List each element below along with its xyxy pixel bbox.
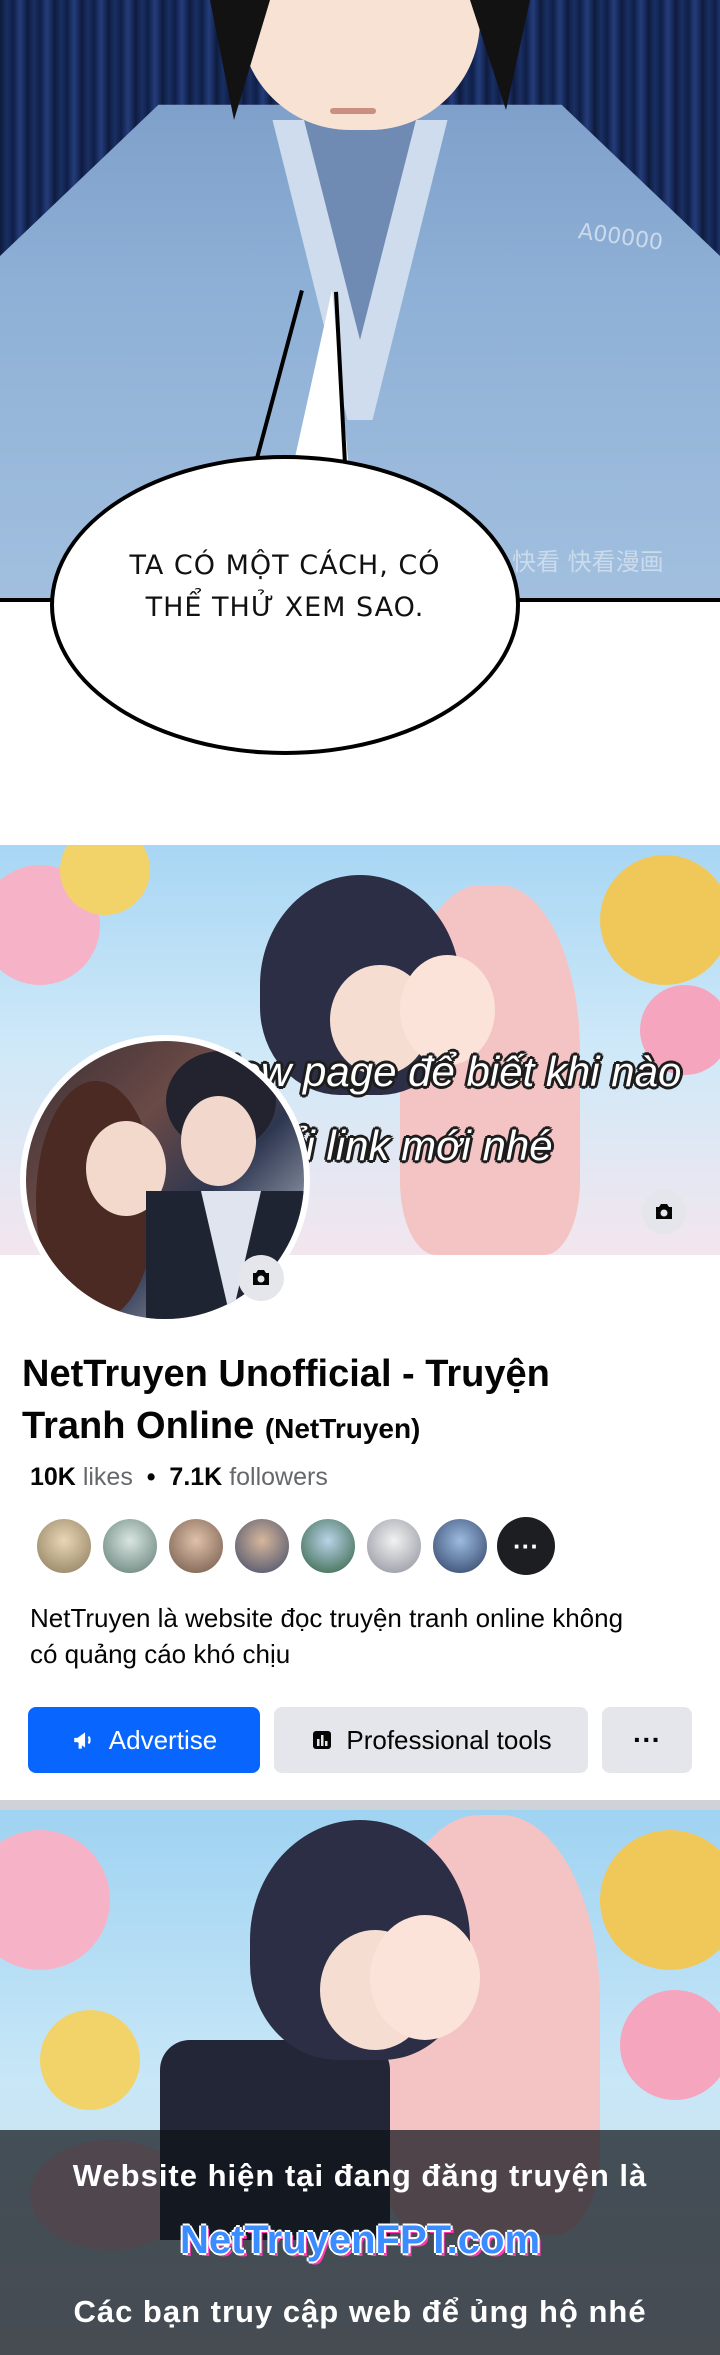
likes-count[interactable]: 10K [30,1463,76,1491]
page-bio: NetTruyen là website đọc truyện tranh on… [30,1603,624,1669]
follower-avatar[interactable] [233,1517,291,1575]
bride-face [370,1915,480,2040]
likes-label[interactable]: likes [83,1463,133,1491]
avatar-camera-button[interactable] [238,1255,284,1301]
follower-avatar[interactable] [431,1517,489,1575]
follower-avatar[interactable] [167,1517,225,1575]
page-title: NetTruyen Unofficial - Truyện Tranh Onli… [22,1348,662,1455]
section-divider [0,1800,720,1810]
watermark-brand: 快看 快看漫画 [512,548,664,576]
megaphone-icon [74,1732,91,1749]
followers-label[interactable]: followers [229,1463,328,1491]
flower-decoration [0,1830,110,1970]
page-stats: 10K likes • 7.1K followers [30,1463,328,1492]
follower-avatar[interactable] [35,1517,93,1575]
more-followers-button[interactable]: ··· [497,1517,555,1575]
bar-chart-icon [313,1731,332,1749]
flower-decoration [600,855,720,985]
follower-avatars: ··· [35,1517,555,1575]
more-options-button[interactable]: ··· [602,1707,692,1773]
site-link[interactable]: NetTruyenFPT.com [0,2218,720,2263]
stats-separator: • [146,1463,156,1491]
professional-tools-button[interactable]: Professional tools [274,1707,588,1773]
advertise-label: Advertise [108,1724,218,1755]
more-options-icon: ··· [633,1724,661,1755]
page-actions: Advertise Professional tools ··· [28,1707,692,1775]
flower-decoration [600,1830,720,1970]
character-mouth [330,108,376,114]
speech-bubble-text: Ta có một cách, có thể thử xem sao. [129,550,441,623]
camera-icon [656,1204,672,1219]
professional-tools-label: Professional tools [346,1724,552,1755]
follower-avatar[interactable] [365,1517,423,1575]
flower-decoration [620,1990,720,2100]
notice-line-3: Các bạn truy cập web để ủng hộ nhé [73,2294,647,2329]
notice-line-1: Website hiện tại đang đăng truyện là [72,2158,648,2193]
site-notice-footer: Website hiện tại đang đăng truyện là Net… [0,2130,720,2355]
avatar-boy-face [181,1096,256,1186]
flower-decoration [40,2010,140,2110]
followers-count[interactable]: 7.1K [169,1463,222,1491]
camera-icon [253,1270,269,1285]
page-handle: (NetTruyen) [264,1413,421,1444]
facebook-page-card: Follow page để biết khi nào web đổi link… [0,845,720,1810]
follower-avatar[interactable] [101,1517,159,1575]
follower-avatar[interactable] [299,1517,357,1575]
cover-camera-button[interactable] [642,1190,686,1234]
manga-panel: A00000 快看 快看漫画 Ta có một cách, có thể th… [0,0,720,845]
advertise-button[interactable]: Advertise [28,1707,260,1773]
character-hair-right [470,0,530,110]
